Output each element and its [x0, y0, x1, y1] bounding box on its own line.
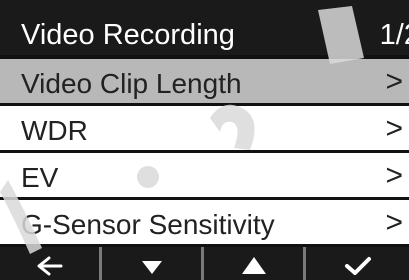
arrow-left-icon [37, 256, 62, 276]
confirm-button[interactable] [306, 247, 409, 280]
down-button[interactable] [102, 247, 204, 280]
up-button[interactable] [204, 247, 306, 280]
triangle-down-icon [141, 261, 162, 274]
chevron-right-icon: > [385, 206, 403, 239]
menu-item-video-clip-length[interactable]: Video Clip Length > [0, 59, 409, 106]
menu-item-wdr[interactable]: WDR > [0, 106, 409, 153]
menu-item-label: WDR [21, 115, 88, 146]
camera-settings-screen: Video Recording 1/2 Video Clip Length > … [0, 0, 409, 280]
button-bar [0, 247, 409, 280]
triangle-up-icon [241, 257, 266, 274]
menu-item-label: EV [21, 162, 59, 193]
menu-item-label: G-Sensor Sensitivity [21, 209, 275, 240]
menu-item-ev[interactable]: EV > [0, 153, 409, 200]
chevron-right-icon: > [385, 112, 403, 145]
page-indicator: 1/2 [379, 19, 409, 51]
menu-item-label: Video Clip Length [21, 68, 242, 99]
checkmark-icon [344, 257, 371, 275]
page-title: Video Recording [21, 19, 235, 51]
back-button[interactable] [0, 247, 102, 280]
menu-item-g-sensor-sensitivity[interactable]: G-Sensor Sensitivity > [0, 200, 409, 247]
chevron-right-icon: > [385, 65, 403, 98]
menu-header: Video Recording 1/2 [0, 6, 409, 59]
chevron-right-icon: > [385, 159, 403, 192]
